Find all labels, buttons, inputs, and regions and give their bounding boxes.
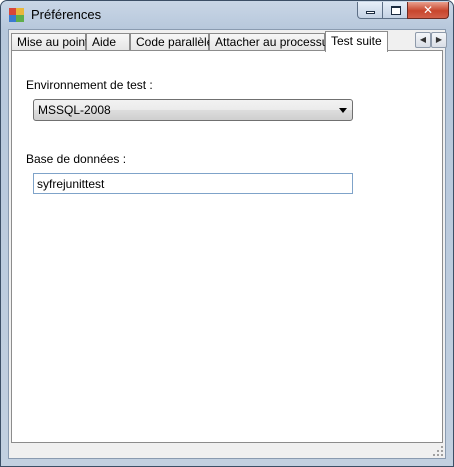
app-icon[interactable] — [9, 8, 24, 22]
minimize-button[interactable] — [357, 2, 383, 19]
chevron-right-icon: ▶ — [435, 35, 443, 44]
test-suite-panel: Environnement de test : MSSQL-2008 Base … — [11, 50, 443, 443]
environment-select[interactable]: MSSQL-2008 — [33, 99, 353, 121]
title-bar[interactable]: Préférences ✕ — [1, 1, 453, 28]
environment-select-value: MSSQL-2008 — [38, 103, 111, 117]
minimize-icon — [366, 11, 375, 14]
tab-scroll-right-button[interactable]: ▶ — [431, 32, 447, 48]
dialog-client-area: Mise au point Aide Code parallèle Attach… — [8, 29, 447, 459]
window-title: Préférences — [31, 7, 102, 22]
tab-mise-au-point[interactable]: Mise au point — [11, 33, 88, 51]
tab-strip: Mise au point Aide Code parallèle Attach… — [11, 31, 447, 52]
tab-scroll-left-button[interactable]: ◀ — [415, 32, 431, 48]
database-label: Base de données : — [26, 152, 127, 166]
close-button[interactable]: ✕ — [407, 2, 449, 19]
resize-grip-icon[interactable] — [433, 446, 443, 456]
maximize-button[interactable] — [382, 2, 408, 19]
tab-code-parallele[interactable]: Code parallèle — [130, 33, 213, 51]
chevron-down-icon — [339, 108, 347, 113]
maximize-icon — [391, 6, 401, 15]
preferences-window: Préférences ✕ Mise au point Aide Code pa… — [0, 0, 454, 467]
database-input[interactable]: syfrejunittest — [33, 173, 353, 194]
tab-test-suite[interactable]: Test suite — [325, 31, 388, 52]
database-input-value: syfrejunittest — [37, 177, 105, 191]
status-bar — [9, 443, 445, 458]
environment-label: Environnement de test : — [26, 78, 153, 92]
close-icon: ✕ — [422, 3, 434, 17]
tab-aide[interactable]: Aide — [86, 33, 130, 51]
tab-attacher-au-processus[interactable]: Attacher au processus — [209, 33, 334, 51]
chevron-left-icon: ◀ — [419, 35, 427, 44]
